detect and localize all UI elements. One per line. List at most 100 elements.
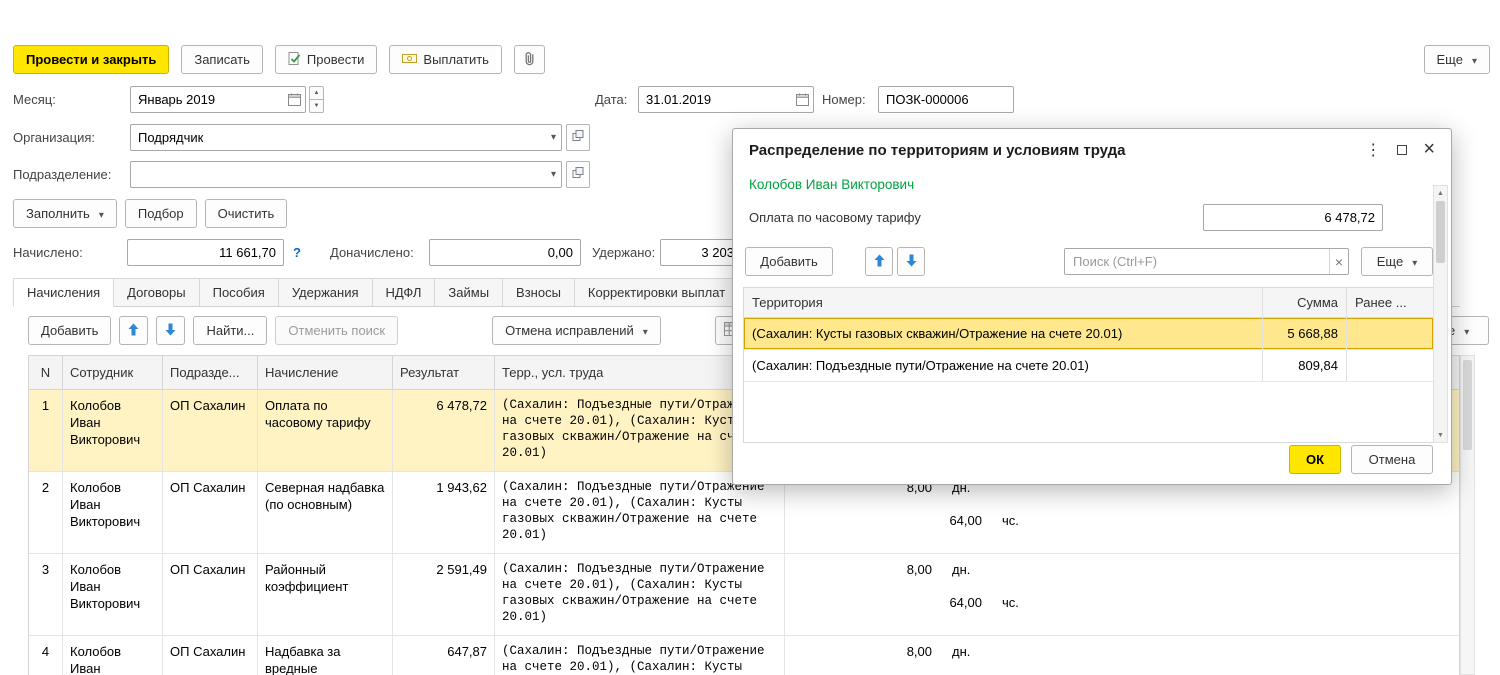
cell-employee[interactable]: Колобов Иван Викторович	[63, 636, 163, 675]
tab-accruals[interactable]: Начисления	[13, 278, 114, 307]
cell-time[interactable]: 8,00дн.	[785, 636, 1459, 675]
clear-button[interactable]: Очистить	[205, 199, 288, 228]
column-header-n[interactable]: N	[29, 356, 63, 389]
undo-corrections-button[interactable]: Отмена исправлений	[492, 316, 661, 345]
post-and-close-button[interactable]: Провести и закрыть	[13, 45, 169, 74]
scrollbar-thumb[interactable]	[1463, 360, 1472, 450]
table-row[interactable]: 4 Колобов Иван Викторович ОП Сахалин Над…	[29, 636, 1459, 675]
step-down-icon[interactable]	[309, 99, 324, 113]
close-icon[interactable]	[1423, 142, 1435, 158]
tab-loans[interactable]: Займы	[434, 278, 503, 306]
cell-department[interactable]: ОП Сахалин	[163, 390, 258, 471]
cell-territory[interactable]: (Сахалин: Подъездные пути/Отражение на с…	[744, 350, 1263, 381]
column-header-sum[interactable]: Сумма	[1263, 288, 1347, 317]
ok-button[interactable]: ОК	[1289, 445, 1341, 474]
scrollbar-thumb[interactable]	[1436, 201, 1445, 263]
cell-n[interactable]: 2	[29, 472, 63, 553]
cell-n[interactable]: 4	[29, 636, 63, 675]
accrued-input[interactable]	[127, 239, 284, 266]
calendar-icon[interactable]	[791, 87, 813, 112]
calendar-icon[interactable]	[283, 87, 305, 112]
tab-benefits[interactable]: Пособия	[199, 278, 279, 306]
cell-earlier[interactable]	[1347, 350, 1433, 381]
dropdown-arrow-icon[interactable]	[543, 125, 561, 150]
cell-result[interactable]: 647,87	[393, 636, 495, 675]
cell-employee[interactable]: Колобов Иван Викторович	[63, 554, 163, 635]
attachments-button[interactable]	[514, 45, 545, 74]
save-button[interactable]: Записать	[181, 45, 263, 74]
cell-accrual[interactable]: Оплата по часовому тарифу	[258, 390, 393, 471]
command-bar: Провести и закрыть Записать Провести Вып…	[13, 45, 545, 74]
column-header-territory[interactable]: Территория	[744, 288, 1263, 317]
help-icon[interactable]: ?	[293, 239, 301, 266]
cell-accrual[interactable]: Надбавка за вредные	[258, 636, 393, 675]
department-input[interactable]	[131, 162, 543, 187]
added-input[interactable]	[429, 239, 581, 266]
cell-n[interactable]: 3	[29, 554, 63, 635]
cell-result[interactable]: 2 591,49	[393, 554, 495, 635]
department-open-button[interactable]	[566, 161, 590, 188]
pay-button[interactable]: Выплатить	[389, 45, 502, 74]
cell-employee[interactable]: Колобов Иван Викторович	[63, 390, 163, 471]
cell-accrual[interactable]: Районный коэффициент	[258, 554, 393, 635]
cell-department[interactable]: ОП Сахалин	[163, 554, 258, 635]
column-header-earlier[interactable]: Ранее ...	[1347, 288, 1433, 317]
table-row[interactable]: 3 Колобов Иван Викторович ОП Сахалин Рай…	[29, 554, 1459, 636]
search-input[interactable]	[1065, 249, 1329, 274]
date-input[interactable]	[639, 87, 791, 112]
dialog-vertical-scrollbar[interactable]	[1433, 185, 1448, 443]
dropdown-arrow-icon[interactable]	[543, 162, 561, 187]
column-header-result[interactable]: Результат	[393, 356, 495, 389]
cell-result[interactable]: 6 478,72	[393, 390, 495, 471]
tab-ndfl[interactable]: НДФЛ	[372, 278, 436, 306]
find-button[interactable]: Найти...	[193, 316, 267, 345]
column-header-employee[interactable]: Сотрудник	[63, 356, 163, 389]
move-down-button[interactable]	[156, 316, 185, 345]
cell-accrual[interactable]: Северная надбавка (по основным)	[258, 472, 393, 553]
column-header-accrual[interactable]: Начисление	[258, 356, 393, 389]
tab-payment-adjustments[interactable]: Корректировки выплат	[574, 278, 739, 306]
cell-sum[interactable]: 5 668,88	[1263, 318, 1347, 349]
move-up-button[interactable]	[119, 316, 148, 345]
month-input[interactable]	[131, 87, 283, 112]
dialog-move-down-button[interactable]	[897, 247, 925, 276]
form-more-button[interactable]: Еще	[1424, 45, 1490, 74]
cell-territory[interactable]: (Сахалин: Подъездные пути/Отражение на с…	[495, 554, 785, 635]
cell-sum[interactable]: 809,84	[1263, 350, 1347, 381]
tab-deductions[interactable]: Удержания	[278, 278, 373, 306]
cell-earlier[interactable]	[1347, 318, 1433, 349]
cell-result[interactable]: 1 943,62	[393, 472, 495, 553]
table-row[interactable]: (Сахалин: Подъездные пути/Отражение на с…	[744, 350, 1433, 382]
pick-button[interactable]: Подбор	[125, 199, 197, 228]
cancel-button[interactable]: Отмена	[1351, 445, 1433, 474]
cell-department[interactable]: ОП Сахалин	[163, 636, 258, 675]
cell-territory[interactable]: (Сахалин: Кусты газовых скважин/Отражени…	[744, 318, 1263, 349]
clear-search-icon[interactable]	[1329, 249, 1348, 274]
cell-time[interactable]: 8,00дн. 64,00чс.	[785, 554, 1459, 635]
post-button[interactable]: Провести	[275, 45, 378, 74]
cancel-search-button[interactable]: Отменить поиск	[275, 316, 398, 345]
add-row-button[interactable]: Добавить	[28, 316, 111, 345]
more-menu-icon[interactable]	[1365, 140, 1381, 160]
dialog-add-button[interactable]: Добавить	[745, 247, 833, 276]
tab-contributions[interactable]: Взносы	[502, 278, 575, 306]
scroll-up-icon[interactable]	[1434, 186, 1447, 200]
cell-n[interactable]: 1	[29, 390, 63, 471]
organization-input[interactable]	[131, 125, 543, 150]
dialog-move-up-button[interactable]	[865, 247, 893, 276]
cell-employee[interactable]: Колобов Иван Викторович	[63, 472, 163, 553]
cell-territory[interactable]: (Сахалин: Подъездные пути/Отражение на с…	[495, 636, 785, 675]
dialog-amount-input[interactable]	[1203, 204, 1383, 231]
maximize-icon[interactable]	[1397, 145, 1407, 155]
table-vertical-scrollbar[interactable]	[1460, 355, 1475, 675]
table-row[interactable]: (Сахалин: Кусты газовых скважин/Отражени…	[744, 318, 1433, 350]
fill-button[interactable]: Заполнить	[13, 199, 117, 228]
scroll-down-icon[interactable]	[1434, 428, 1447, 442]
step-up-icon[interactable]	[309, 86, 324, 99]
number-input[interactable]	[878, 86, 1014, 113]
tab-contracts[interactable]: Договоры	[113, 278, 199, 306]
cell-department[interactable]: ОП Сахалин	[163, 472, 258, 553]
column-header-department[interactable]: Подразде...	[163, 356, 258, 389]
dialog-more-button[interactable]: Еще	[1361, 247, 1433, 276]
organization-open-button[interactable]	[566, 124, 590, 151]
